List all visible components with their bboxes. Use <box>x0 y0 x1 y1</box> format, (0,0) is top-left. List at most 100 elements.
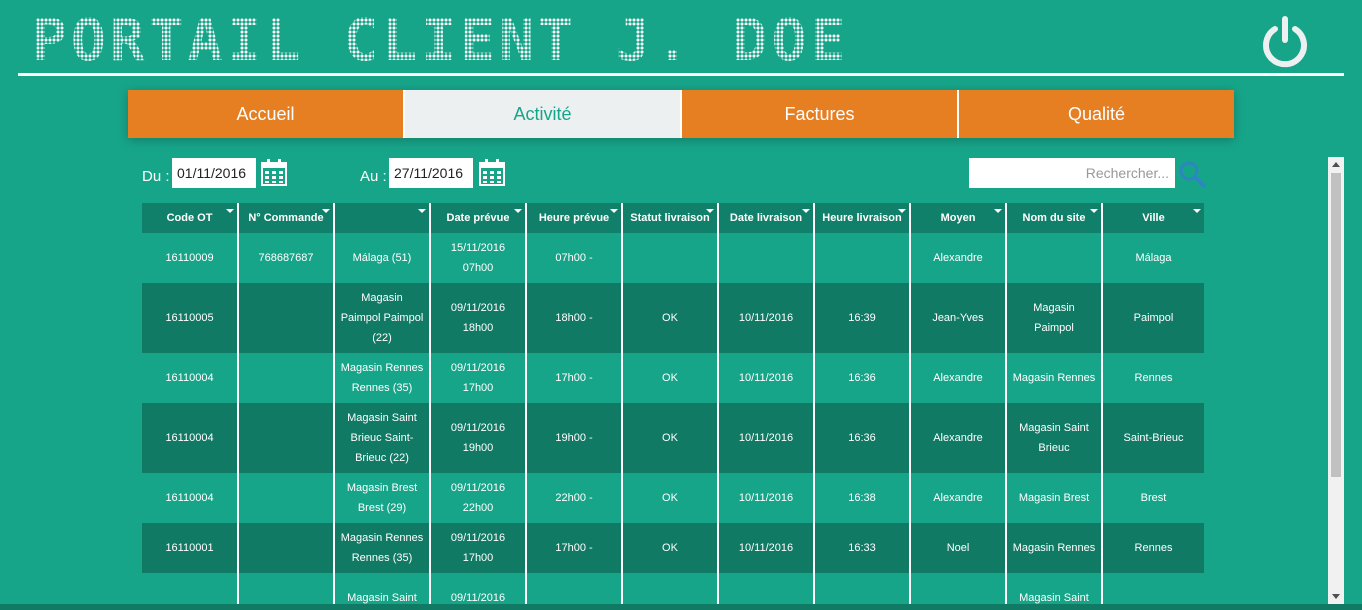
table-cell: 09/11/2016 <box>430 573 527 606</box>
table-cell: Magasin Paimpol Paimpol (22) <box>334 283 431 353</box>
table-cell: 10/11/2016 <box>718 283 815 353</box>
column-label: Statut livraison <box>630 212 710 224</box>
from-date-label: Du : <box>142 168 170 185</box>
activity-table-container: Code OT N° Commande Date prévue Heure pr… <box>142 203 1204 606</box>
table-cell: OK <box>622 283 719 353</box>
table-cell <box>238 403 335 473</box>
table-row[interactable]: 16110005 Magasin Paimpol Paimpol (22) 09/1… <box>142 283 1204 353</box>
sort-caret-icon[interactable] <box>226 209 234 213</box>
table-row[interactable]: 16110004 Magasin Rennes Rennes (35) 09/11/… <box>142 353 1204 403</box>
column-label: Moyen <box>940 212 976 224</box>
to-date-input[interactable] <box>389 158 473 188</box>
tab-activite[interactable]: Activité <box>405 90 682 138</box>
table-cell: 09/11/2016 22h00 <box>430 473 527 523</box>
column-label: Nom du site <box>1022 212 1086 224</box>
table-cell <box>622 573 719 606</box>
sort-caret-icon[interactable] <box>994 209 1002 213</box>
column-header-heure-livraison[interactable]: Heure livraison <box>814 203 911 233</box>
sort-caret-icon[interactable] <box>322 209 330 213</box>
tab-accueil[interactable]: Accueil <box>128 90 405 138</box>
table-cell: OK <box>622 353 719 403</box>
table-cell: 16110004 <box>142 473 239 523</box>
sort-caret-icon[interactable] <box>1090 209 1098 213</box>
column-header-moyen[interactable]: Moyen <box>910 203 1007 233</box>
scroll-up-arrow-icon[interactable] <box>1328 157 1344 171</box>
column-header-site-detail[interactable] <box>334 203 431 233</box>
table-cell: 16:36 <box>814 353 911 403</box>
table-cell: 16:38 <box>814 473 911 523</box>
table-cell <box>238 283 335 353</box>
table-cell: 16110005 <box>142 283 239 353</box>
column-header-date-livraison[interactable]: Date livraison <box>718 203 815 233</box>
column-label: Code OT <box>166 212 213 224</box>
sort-caret-icon[interactable] <box>802 209 810 213</box>
activity-table: Code OT N° Commande Date prévue Heure pr… <box>142 203 1204 606</box>
sort-caret-icon[interactable] <box>610 209 618 213</box>
table-cell <box>1102 573 1204 606</box>
scroll-down-arrow-icon[interactable] <box>1328 590 1344 604</box>
table-cell: Paimpol <box>1102 283 1204 353</box>
column-label: Heure prévue <box>538 212 610 224</box>
column-header-ville[interactable]: Ville <box>1102 203 1204 233</box>
page-title: PORTAIL CLIENT J. DOE <box>32 6 850 74</box>
table-cell <box>526 573 623 606</box>
table-cell: 17h00 - <box>526 353 623 403</box>
table-cell: 09/11/2016 19h00 <box>430 403 527 473</box>
sort-caret-icon[interactable] <box>706 209 714 213</box>
sort-caret-icon[interactable] <box>514 209 522 213</box>
table-cell: Magasin Rennes <box>1006 523 1103 573</box>
footer-bar <box>0 604 1362 610</box>
table-cell: Saint-Brieuc <box>1102 403 1204 473</box>
table-cell: Alexandre <box>910 403 1007 473</box>
table-cell: 19h00 - <box>526 403 623 473</box>
table-cell: 10/11/2016 <box>718 473 815 523</box>
table-cell: Málaga <box>1102 233 1204 283</box>
table-cell: OK <box>622 473 719 523</box>
vertical-scrollbar[interactable] <box>1328 157 1344 604</box>
table-cell <box>238 473 335 523</box>
table-cell: Magasin Rennes <box>1006 353 1103 403</box>
table-cell: 16110004 <box>142 403 239 473</box>
table-cell: Málaga (51) <box>334 233 431 283</box>
column-label: N° Commande <box>248 212 324 224</box>
column-header-statut-livraison[interactable]: Statut livraison <box>622 203 719 233</box>
column-header-nom-site[interactable]: Nom du site <box>1006 203 1103 233</box>
search-input[interactable] <box>969 158 1175 188</box>
tab-qualite[interactable]: Qualité <box>959 90 1234 138</box>
sort-caret-icon[interactable] <box>898 209 906 213</box>
table-cell <box>238 523 335 573</box>
from-date-input[interactable] <box>172 158 256 188</box>
scrollbar-thumb[interactable] <box>1331 173 1341 477</box>
column-header-commande[interactable]: N° Commande <box>238 203 335 233</box>
table-cell: Rennes <box>1102 353 1204 403</box>
table-row[interactable]: 16110009 768687687 Málaga (51) 15/11/2016 0… <box>142 233 1204 283</box>
table-row[interactable]: 16110001 Magasin Rennes Rennes (35) 09/11/… <box>142 523 1204 573</box>
sort-caret-icon[interactable] <box>1193 209 1201 213</box>
table-cell <box>1006 233 1103 283</box>
search-icon[interactable] <box>1178 160 1206 188</box>
calendar-icon[interactable] <box>261 159 287 186</box>
calendar-icon[interactable] <box>479 159 505 186</box>
table-cell: Magasin Saint Brieuc Saint- Brieuc (22) <box>334 403 431 473</box>
power-icon[interactable] <box>1258 14 1312 68</box>
column-header-code-ot[interactable]: Code OT <box>142 203 239 233</box>
table-cell <box>814 233 911 283</box>
column-header-heure-prevue[interactable]: Heure prévue <box>526 203 623 233</box>
table-cell <box>238 573 335 606</box>
sort-caret-icon[interactable] <box>418 209 426 213</box>
table-cell: Jean-Yves <box>910 283 1007 353</box>
table-cell <box>718 573 815 606</box>
main-tabs: Accueil Activité Factures Qualité <box>128 90 1234 138</box>
table-row[interactable]: 16110004 Magasin Brest Brest (29) 09/11/20… <box>142 473 1204 523</box>
table-cell: Magasin Brest <box>1006 473 1103 523</box>
table-cell: Magasin Rennes Rennes (35) <box>334 523 431 573</box>
table-cell: 10/11/2016 <box>718 523 815 573</box>
table-cell: 16110004 <box>142 353 239 403</box>
table-cell: 09/11/2016 17h00 <box>430 523 527 573</box>
tab-factures[interactable]: Factures <box>682 90 959 138</box>
table-row[interactable]: Magasin Saint 09/11/2016 Magasin Saint <box>142 573 1204 606</box>
table-row[interactable]: 16110004 Magasin Saint Brieuc Saint- Brie… <box>142 403 1204 473</box>
table-cell: 18h00 - <box>526 283 623 353</box>
column-header-date-prevue[interactable]: Date prévue <box>430 203 527 233</box>
table-cell: 16110009 <box>142 233 239 283</box>
